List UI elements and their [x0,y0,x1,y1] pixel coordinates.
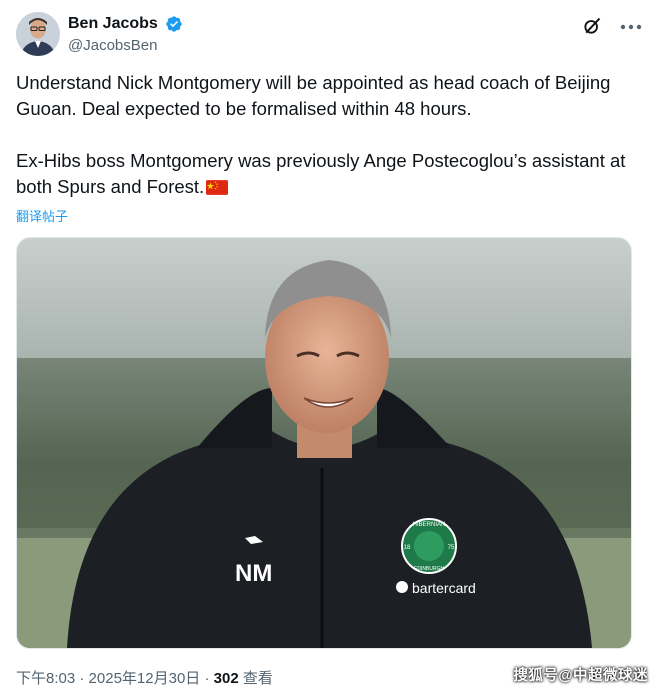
jacket-initials: NM [235,560,272,587]
post-date[interactable]: 2025年12月30日 [89,670,201,687]
verified-badge-icon [166,16,182,32]
views-label: 查看 [242,670,273,687]
display-name[interactable]: Ben Jacobs [68,14,158,34]
tweet-body: Understand Nick Montgomery will be appoi… [16,70,636,200]
crest-city: EDINBURGH [414,566,444,572]
meta-separator: · [200,670,214,687]
tweet-header: Ben Jacobs @JacobsBen [16,12,644,60]
avatar[interactable] [16,12,60,56]
tweet-paragraph-2: Ex-Hibs boss Montgomery was previously A… [16,148,636,200]
crest-text: HIBERNIAN [413,522,446,528]
author-info: Ben Jacobs @JacobsBen [68,14,183,56]
tweet-photo[interactable]: NM HIBERNIAN 18 75 EDINBURGH bartercard [16,237,632,649]
post-time[interactable]: 下午8:03 [16,670,75,687]
grok-icon[interactable] [582,16,602,36]
tweet-paragraph-2-text: Ex-Hibs boss Montgomery was previously A… [16,150,626,197]
views-count: 302 [213,670,239,687]
translate-post-link[interactable]: 翻译帖子 [16,206,68,225]
crest-year-left: 18 [404,545,411,551]
handle[interactable]: @JacobsBen [68,36,183,56]
more-icon[interactable] [618,16,644,38]
meta-separator: · [75,670,89,687]
tweet-paragraph-1: Understand Nick Montgomery will be appoi… [16,72,611,119]
sponsor-text: bartercard [412,580,476,596]
photo-illustration: NM HIBERNIAN 18 75 EDINBURGH bartercard [17,238,631,648]
china-flag-icon [206,180,229,195]
watermark: 搜狐号@中超微球迷 [513,668,648,684]
crest-year-right: 75 [448,545,455,551]
tweet-meta: 下午8:03 · 2025年12月30日 · 302 查看 [16,667,273,688]
